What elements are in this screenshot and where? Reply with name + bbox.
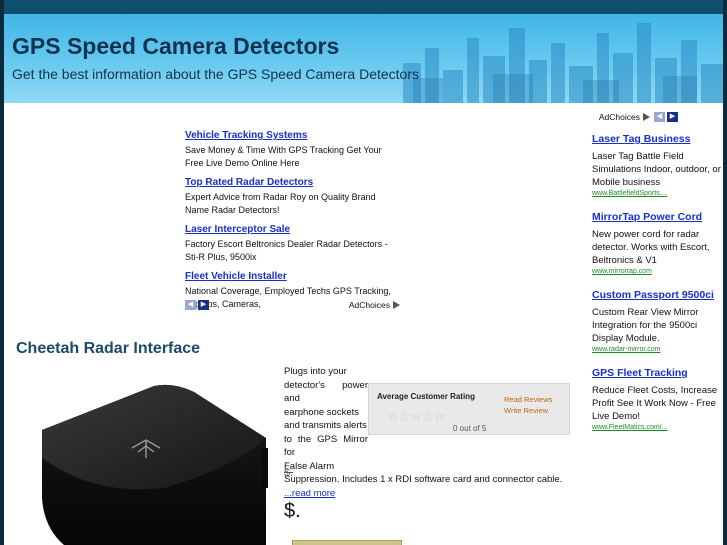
- desc-line: and transmits alerts: [284, 420, 367, 431]
- adchoices-link[interactable]: AdChoices: [349, 300, 400, 310]
- ad-link[interactable]: Laser Interceptor Sale: [185, 224, 400, 235]
- desc-line: to the GPS Mirror for: [284, 433, 368, 459]
- star-icon: ☆: [410, 409, 422, 424]
- right-ad-desc: Laser Tag Battle Field Simulations Indoo…: [592, 151, 721, 188]
- rating-stars: ☆ ☆ ☆ ☆ ☆: [387, 410, 445, 423]
- right-ad-desc: Custom Rear View Mirror Integration for …: [592, 307, 699, 344]
- right-ad-link[interactable]: Custom Passport 9500ci: [592, 288, 723, 303]
- ad-item: Vehicle Tracking Systems Save Money & Ti…: [185, 130, 400, 170]
- desc-line: Suppression. Includes 1 x RDI software c…: [284, 474, 563, 485]
- ad-desc: Expert Advice from Radar Roy on Quality …: [185, 192, 376, 215]
- ad-link[interactable]: Fleet Vehicle Installer: [185, 271, 400, 282]
- ad-next-button[interactable]: ▶: [667, 112, 678, 122]
- right-ad-item: Custom Passport 9500ci Custom Rear View …: [592, 288, 723, 353]
- desc-line: earphone sockets: [284, 406, 359, 418]
- desc-line: False Alarm: [284, 460, 335, 472]
- adchoices-icon: [643, 113, 650, 121]
- page-frame: GPS Speed Camera Detectors Get the best …: [4, 0, 723, 545]
- center-ad-block: Vehicle Tracking Systems Save Money & Ti…: [185, 130, 400, 313]
- price-new: $.: [284, 500, 301, 522]
- right-ad-url[interactable]: www.BattlefieldSports....: [592, 190, 723, 197]
- right-ad-desc: Reduce Fleet Costs, Increase Profit See …: [592, 385, 718, 422]
- ad-item: Top Rated Radar Detectors Expert Advice …: [185, 177, 400, 217]
- ad-nav: ◀ ▶: [185, 300, 209, 310]
- read-reviews-link[interactable]: Read Reviews: [504, 394, 552, 405]
- rating-box: Average Customer Rating ☆ ☆ ☆ ☆ ☆ 0 out …: [368, 383, 570, 435]
- adchoices-label: AdChoices: [348, 300, 390, 310]
- right-ad-item: MirrorTap Power Cord New power cord for …: [592, 210, 723, 275]
- product-image[interactable]: [34, 378, 274, 545]
- ad-next-button[interactable]: ▶: [198, 300, 209, 310]
- star-icon: ☆: [433, 409, 446, 424]
- ad-desc: Save Money & Time With GPS Tracking Get …: [185, 145, 382, 168]
- right-ad-link[interactable]: Laser Tag Business: [592, 132, 723, 147]
- ad-item: Laser Interceptor Sale Factory Escort Be…: [185, 224, 400, 264]
- desc-line: Plugs into your: [284, 366, 347, 377]
- right-ad-url[interactable]: www.radar-mirror.com: [592, 346, 723, 353]
- right-ad-url[interactable]: www.FleetMatics.com/...: [592, 424, 723, 431]
- rating-value: 0 out of 5: [453, 424, 487, 433]
- adchoices-icon: [393, 301, 400, 309]
- city-skyline-image: [403, 23, 723, 103]
- ad-link[interactable]: Vehicle Tracking Systems: [185, 130, 400, 141]
- ad-prev-button[interactable]: ◀: [185, 300, 196, 310]
- star-icon: ☆: [398, 409, 411, 424]
- ad-prev-button[interactable]: ◀: [654, 112, 665, 122]
- rating-links: Read Reviews Write Review: [504, 394, 552, 416]
- right-ad-url[interactable]: www.mirrortap.com: [592, 268, 723, 275]
- write-review-link[interactable]: Write Review: [504, 405, 552, 416]
- star-icon: ☆: [421, 409, 434, 424]
- right-ad-link[interactable]: MirrorTap Power Cord: [592, 210, 723, 225]
- adchoices-label: AdChoices: [598, 112, 640, 122]
- ad-link[interactable]: Top Rated Radar Detectors: [185, 177, 400, 188]
- right-ad-desc: New power cord for radar detector. Works…: [592, 229, 710, 266]
- star-icon: ☆: [387, 409, 399, 424]
- site-header: GPS Speed Camera Detectors Get the best …: [4, 0, 723, 103]
- right-ad-item: GPS Fleet Tracking Reduce Fleet Costs, I…: [592, 366, 723, 431]
- ad-block-footer: ◀ ▶ AdChoices: [185, 300, 400, 310]
- right-ad-link[interactable]: GPS Fleet Tracking: [592, 366, 723, 381]
- right-ad-header: AdChoices ◀ ▶: [592, 112, 723, 122]
- right-ad-item: Laser Tag Business Laser Tag Battle Fiel…: [592, 132, 723, 197]
- adchoices-link[interactable]: AdChoices: [599, 112, 650, 122]
- site-title[interactable]: GPS Speed Camera Detectors: [12, 33, 339, 60]
- buy-button[interactable]: [292, 540, 402, 545]
- ad-desc: Factory Escort Beltronics Dealer Radar D…: [185, 239, 388, 262]
- desc-line: detector's power and: [284, 379, 368, 405]
- product-title[interactable]: Cheetah Radar Interface: [16, 340, 200, 358]
- site-tagline: Get the best information about the GPS S…: [12, 66, 419, 82]
- right-ad-column: AdChoices ◀ ▶ Laser Tag Business Laser T…: [592, 112, 723, 444]
- price-old: $.: [284, 467, 294, 479]
- right-ad-nav: ◀ ▶: [654, 112, 678, 122]
- rating-label: Average Customer Rating: [377, 392, 475, 401]
- read-more-link[interactable]: ...read more: [284, 487, 570, 501]
